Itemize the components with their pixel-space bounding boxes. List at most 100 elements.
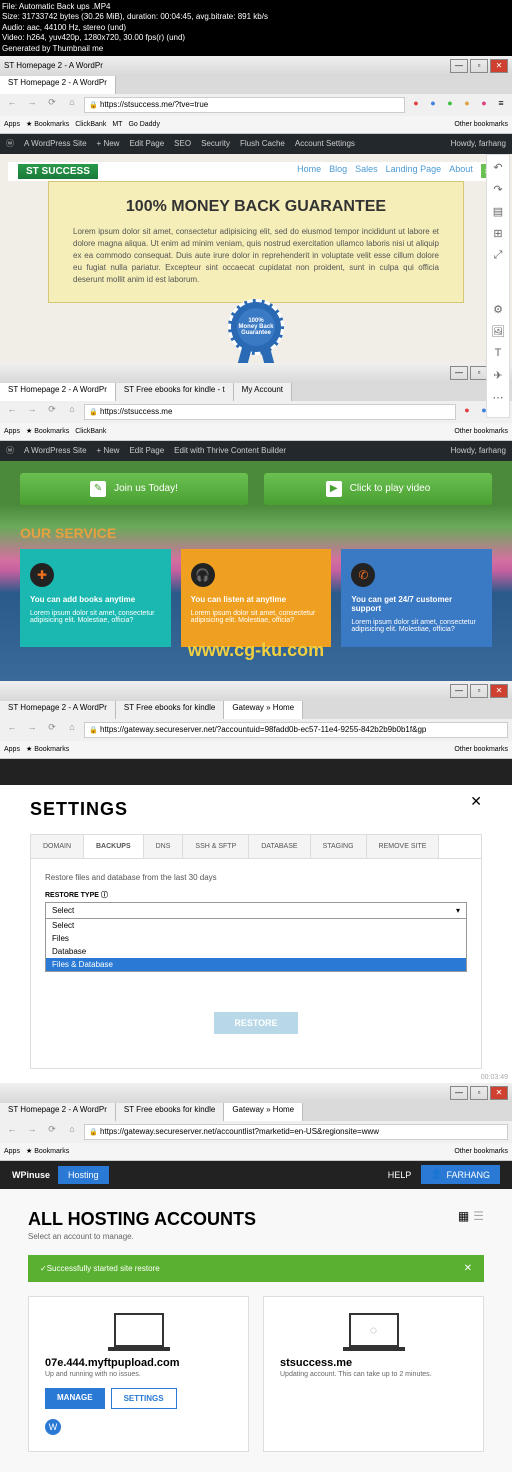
image-icon[interactable]: 🖼 [487, 325, 509, 345]
tab[interactable]: ST Free ebooks for kindle [116, 1103, 224, 1121]
bookmark[interactable]: Apps [4, 1148, 20, 1155]
wp-item[interactable]: + New [97, 446, 120, 455]
maximize-button[interactable]: ▫ [470, 684, 488, 698]
back-button[interactable]: ← [4, 404, 20, 420]
tab[interactable]: ST Homepage 2 - A WordPr [0, 76, 116, 94]
wp-item[interactable]: Flush Cache [240, 139, 285, 148]
url-input[interactable]: 🔒 https://stsuccess.me/?tve=true [84, 97, 405, 113]
send-icon[interactable]: ✈ [487, 369, 509, 389]
minimize-button[interactable]: — [450, 59, 468, 73]
reload-button[interactable]: ⟳ [44, 404, 60, 420]
nav-link[interactable]: Landing Page [386, 164, 442, 178]
tab-dns[interactable]: DNS [144, 835, 184, 858]
maximize-button[interactable]: ▫ [470, 1086, 488, 1100]
tab-domain[interactable]: DOMAIN [31, 835, 84, 858]
add-icon[interactable]: ⊞ [487, 227, 509, 247]
home-button[interactable]: ⌂ [64, 1124, 80, 1140]
option[interactable]: Database [46, 945, 466, 958]
tab-ssh[interactable]: SSH & SFTP [183, 835, 249, 858]
bookmark[interactable]: ★ Bookmarks [26, 745, 69, 753]
back-button[interactable]: ← [4, 722, 20, 738]
tab[interactable]: ST Homepage 2 - A WordPr [0, 383, 116, 401]
ext-icon[interactable]: ● [477, 98, 491, 112]
wp-logo-icon[interactable]: ⓦ [6, 138, 14, 149]
nav-link[interactable]: About [449, 164, 473, 178]
bookmark[interactable]: ★ Bookmarks [26, 120, 69, 128]
forward-button[interactable]: → [24, 404, 40, 420]
wp-item[interactable]: + New [97, 139, 120, 148]
wp-item[interactable]: Edit Page [129, 139, 164, 148]
back-button[interactable]: ← [4, 97, 20, 113]
bookmark[interactable]: Other bookmarks [454, 746, 508, 753]
bookmark[interactable]: Apps [4, 121, 20, 128]
tab[interactable]: My Account [234, 383, 292, 401]
wp-item[interactable]: A WordPress Site [24, 139, 87, 148]
bookmark[interactable]: Apps [4, 746, 20, 753]
bookmark[interactable]: Other bookmarks [454, 1148, 508, 1155]
nav-link[interactable]: Blog [329, 164, 347, 178]
list-view-icon[interactable]: ☰ [473, 1209, 484, 1223]
tab[interactable]: ST Free ebooks for kindle - t [116, 383, 234, 401]
tab[interactable]: ST Homepage 2 - A WordPr [0, 1103, 116, 1121]
wp-logo-icon[interactable]: ⓦ [6, 445, 14, 456]
reload-button[interactable]: ⟳ [44, 1124, 60, 1140]
nav-link[interactable]: Home [297, 164, 321, 178]
url-input[interactable]: 🔒 https://gateway.secureserver.net/accou… [84, 1124, 508, 1140]
user-menu[interactable]: 👤FARHANG [421, 1165, 500, 1184]
site-logo[interactable]: ST SUCCESS [18, 164, 98, 179]
tab-remove[interactable]: REMOVE SITE [367, 835, 440, 858]
alert-close-icon[interactable]: ✕ [464, 1263, 472, 1274]
close-button[interactable]: ✕ [490, 59, 508, 73]
ext-icon[interactable]: ● [409, 98, 423, 112]
bookmark[interactable]: MT [112, 121, 122, 128]
wp-user[interactable]: Howdy, farhang [451, 139, 506, 148]
grid-view-icon[interactable]: ▦ [458, 1209, 469, 1223]
wp-item[interactable]: Security [201, 139, 230, 148]
bookmark[interactable]: Apps [4, 428, 20, 435]
option-highlighted[interactable]: Files & Database [46, 958, 466, 971]
bookmark[interactable]: Other bookmarks [454, 428, 508, 435]
ext-icon[interactable]: ● [426, 98, 440, 112]
wordpress-icon[interactable]: W [45, 1419, 61, 1435]
tab[interactable]: ST Homepage 2 - A WordPr [0, 701, 116, 719]
minimize-button[interactable]: — [450, 366, 468, 380]
help-link[interactable]: HELP [388, 1170, 412, 1180]
maximize-button[interactable]: ▫ [470, 59, 488, 73]
home-button[interactable]: ⌂ [64, 722, 80, 738]
settings-button[interactable]: SETTINGS [111, 1388, 177, 1409]
nav-link[interactable]: Sales [355, 164, 378, 178]
forward-button[interactable]: → [24, 722, 40, 738]
reload-button[interactable]: ⟳ [44, 722, 60, 738]
section-icon[interactable]: ▤ [487, 205, 509, 225]
restore-button[interactable]: RESTORE [214, 1012, 297, 1034]
option[interactable]: Select [46, 919, 466, 932]
tab-staging[interactable]: STAGING [311, 835, 367, 858]
home-button[interactable]: ⌂ [64, 97, 80, 113]
tab[interactable]: Gateway » Home [224, 701, 303, 719]
bookmark[interactable]: ★ Bookmarks [26, 1147, 69, 1155]
bookmark[interactable]: Go Daddy [128, 121, 160, 128]
tab[interactable]: Gateway » Home [224, 1103, 303, 1121]
url-input[interactable]: 🔒 https://gateway.secureserver.net/?acco… [84, 722, 508, 738]
wp-item[interactable]: SEO [174, 139, 191, 148]
redo-icon[interactable]: ↷ [487, 183, 509, 203]
wp-item[interactable]: Account Settings [295, 139, 355, 148]
minimize-button[interactable]: — [450, 1086, 468, 1100]
settings-icon[interactable]: ⚙ [487, 303, 509, 323]
close-button[interactable]: ✕ [490, 1086, 508, 1100]
hosting-nav[interactable]: Hosting [58, 1166, 109, 1184]
ext-icon[interactable]: ● [460, 98, 474, 112]
forward-button[interactable]: → [24, 97, 40, 113]
url-input[interactable]: 🔒 https://stsuccess.me [84, 404, 456, 420]
wp-item[interactable]: Edit with Thrive Content Builder [174, 446, 286, 455]
home-button[interactable]: ⌂ [64, 404, 80, 420]
option[interactable]: Files [46, 932, 466, 945]
wp-item[interactable]: A WordPress Site [24, 446, 87, 455]
play-video-button[interactable]: ▶ Click to play video [264, 473, 492, 505]
tab[interactable]: ST Free ebooks for kindle [116, 701, 224, 719]
join-button[interactable]: ✎ Join us Today! [20, 473, 248, 505]
undo-icon[interactable]: ↶ [487, 161, 509, 181]
bookmark[interactable]: ★ Bookmarks [26, 427, 69, 435]
minimize-button[interactable]: — [450, 684, 468, 698]
more-icon[interactable]: ⋯ [487, 391, 509, 411]
